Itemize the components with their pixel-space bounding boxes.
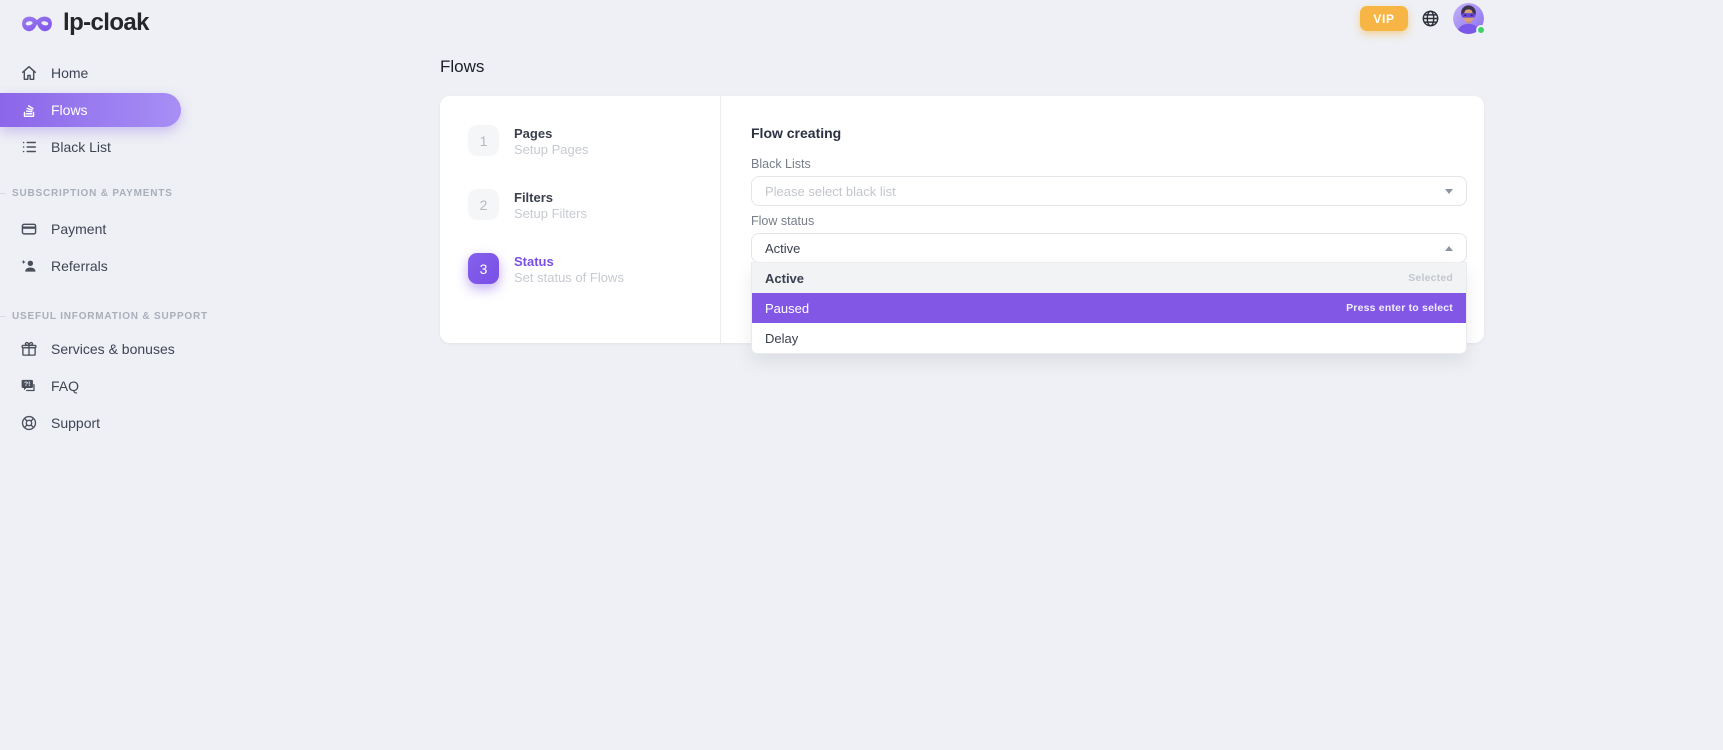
flow-form: Flow creating Black Lists Flow status Ac… — [721, 96, 1484, 343]
step-title: Status — [514, 253, 624, 270]
svg-text:?!: ?! — [24, 381, 30, 388]
payment-card-icon — [20, 220, 38, 238]
sidebar-item-label: Home — [51, 65, 88, 81]
sidebar-item-referrals[interactable]: Referrals — [0, 249, 181, 283]
vip-button[interactable]: VIP — [1360, 6, 1408, 31]
option-hint: Press enter to select — [1346, 302, 1453, 314]
option-label: Paused — [765, 301, 809, 316]
sidebar-item-flows[interactable]: Flows — [0, 93, 181, 127]
sidebar-item-faq[interactable]: ?! FAQ — [0, 369, 181, 403]
brand-name: lp-cloak — [63, 9, 149, 37]
step-number-badge: 3 — [468, 253, 499, 284]
sidebar-item-black-list[interactable]: Black List — [0, 130, 181, 164]
flow-status-select-wrap: Active Active Selected Paused Press ente… — [751, 233, 1467, 263]
brand-logo[interactable]: lp-cloak — [20, 9, 149, 37]
divider-dash — [0, 193, 6, 194]
step-number-badge: 2 — [468, 189, 499, 220]
step-status[interactable]: 3 Status Set status of Flows — [468, 253, 720, 286]
steps-panel: 1 Pages Setup Pages 2 Filters Setup Filt… — [440, 96, 720, 343]
option-label: Delay — [765, 331, 798, 346]
flow-creating-card: 1 Pages Setup Pages 2 Filters Setup Filt… — [440, 96, 1484, 343]
black-lists-select[interactable] — [751, 176, 1467, 206]
sidebar-nav: Home Flows Black List S — [0, 56, 181, 443]
section-title: SUBSCRIPTION & PAYMENTS — [12, 188, 173, 199]
form-title: Flow creating — [751, 125, 1467, 141]
sidebar-item-label: Flows — [51, 102, 88, 118]
option-active[interactable]: Active Selected — [752, 263, 1466, 293]
step-subtitle: Setup Pages — [514, 142, 588, 158]
home-icon — [20, 64, 38, 82]
sidebar-item-label: Black List — [51, 139, 111, 155]
gift-icon — [20, 340, 38, 358]
option-label: Active — [765, 271, 804, 286]
topbar-actions: VIP — [1360, 2, 1484, 35]
flows-stack-icon — [20, 101, 38, 119]
chevron-down-icon — [1445, 189, 1453, 194]
chevron-up-icon — [1445, 246, 1453, 251]
black-list-icon — [20, 138, 38, 156]
step-subtitle: Setup Filters — [514, 206, 587, 222]
option-paused[interactable]: Paused Press enter to select — [752, 293, 1466, 323]
section-title: USEFUL INFORMATION & SUPPORT — [12, 311, 208, 322]
sidebar-item-label: Support — [51, 415, 100, 431]
flow-status-dropdown: Active Selected Paused Press enter to se… — [751, 262, 1467, 354]
sidebar-item-label: Referrals — [51, 258, 108, 274]
sidebar-item-label: Payment — [51, 221, 106, 237]
avatar[interactable] — [1453, 3, 1484, 34]
flow-status-label: Flow status — [751, 214, 1467, 229]
sidebar-item-label: FAQ — [51, 378, 79, 394]
online-status-dot — [1476, 25, 1486, 35]
sidebar-section-useful-info: USEFUL INFORMATION & SUPPORT — [0, 306, 181, 326]
sidebar-item-home[interactable]: Home — [0, 56, 181, 90]
flow-status-select[interactable]: Active — [751, 233, 1467, 263]
step-number-badge: 1 — [468, 125, 499, 156]
page-title: Flows — [440, 57, 484, 77]
step-title: Pages — [514, 125, 588, 142]
step-title: Filters — [514, 189, 587, 206]
sidebar-item-services-bonuses[interactable]: Services & bonuses — [0, 332, 181, 366]
referrals-person-icon — [20, 257, 38, 275]
option-delay[interactable]: Delay — [752, 323, 1466, 353]
sidebar-item-support[interactable]: Support — [0, 406, 181, 440]
step-subtitle: Set status of Flows — [514, 270, 624, 286]
faq-bubble-icon: ?! — [20, 377, 38, 395]
support-lifebuoy-icon — [20, 414, 38, 432]
sidebar-item-payment[interactable]: Payment — [0, 212, 181, 246]
black-lists-label: Black Lists — [751, 157, 1467, 172]
divider-dash — [0, 316, 6, 317]
sidebar-section-subscription: SUBSCRIPTION & PAYMENTS — [0, 183, 181, 203]
step-pages[interactable]: 1 Pages Setup Pages — [468, 125, 720, 158]
step-filters[interactable]: 2 Filters Setup Filters — [468, 189, 720, 222]
option-hint: Selected — [1408, 272, 1453, 284]
sidebar-item-label: Services & bonuses — [51, 341, 175, 357]
flow-status-value: Active — [765, 241, 1445, 256]
mask-icon — [20, 13, 54, 34]
black-lists-input[interactable] — [765, 184, 1445, 199]
globe-icon[interactable] — [1421, 9, 1440, 28]
